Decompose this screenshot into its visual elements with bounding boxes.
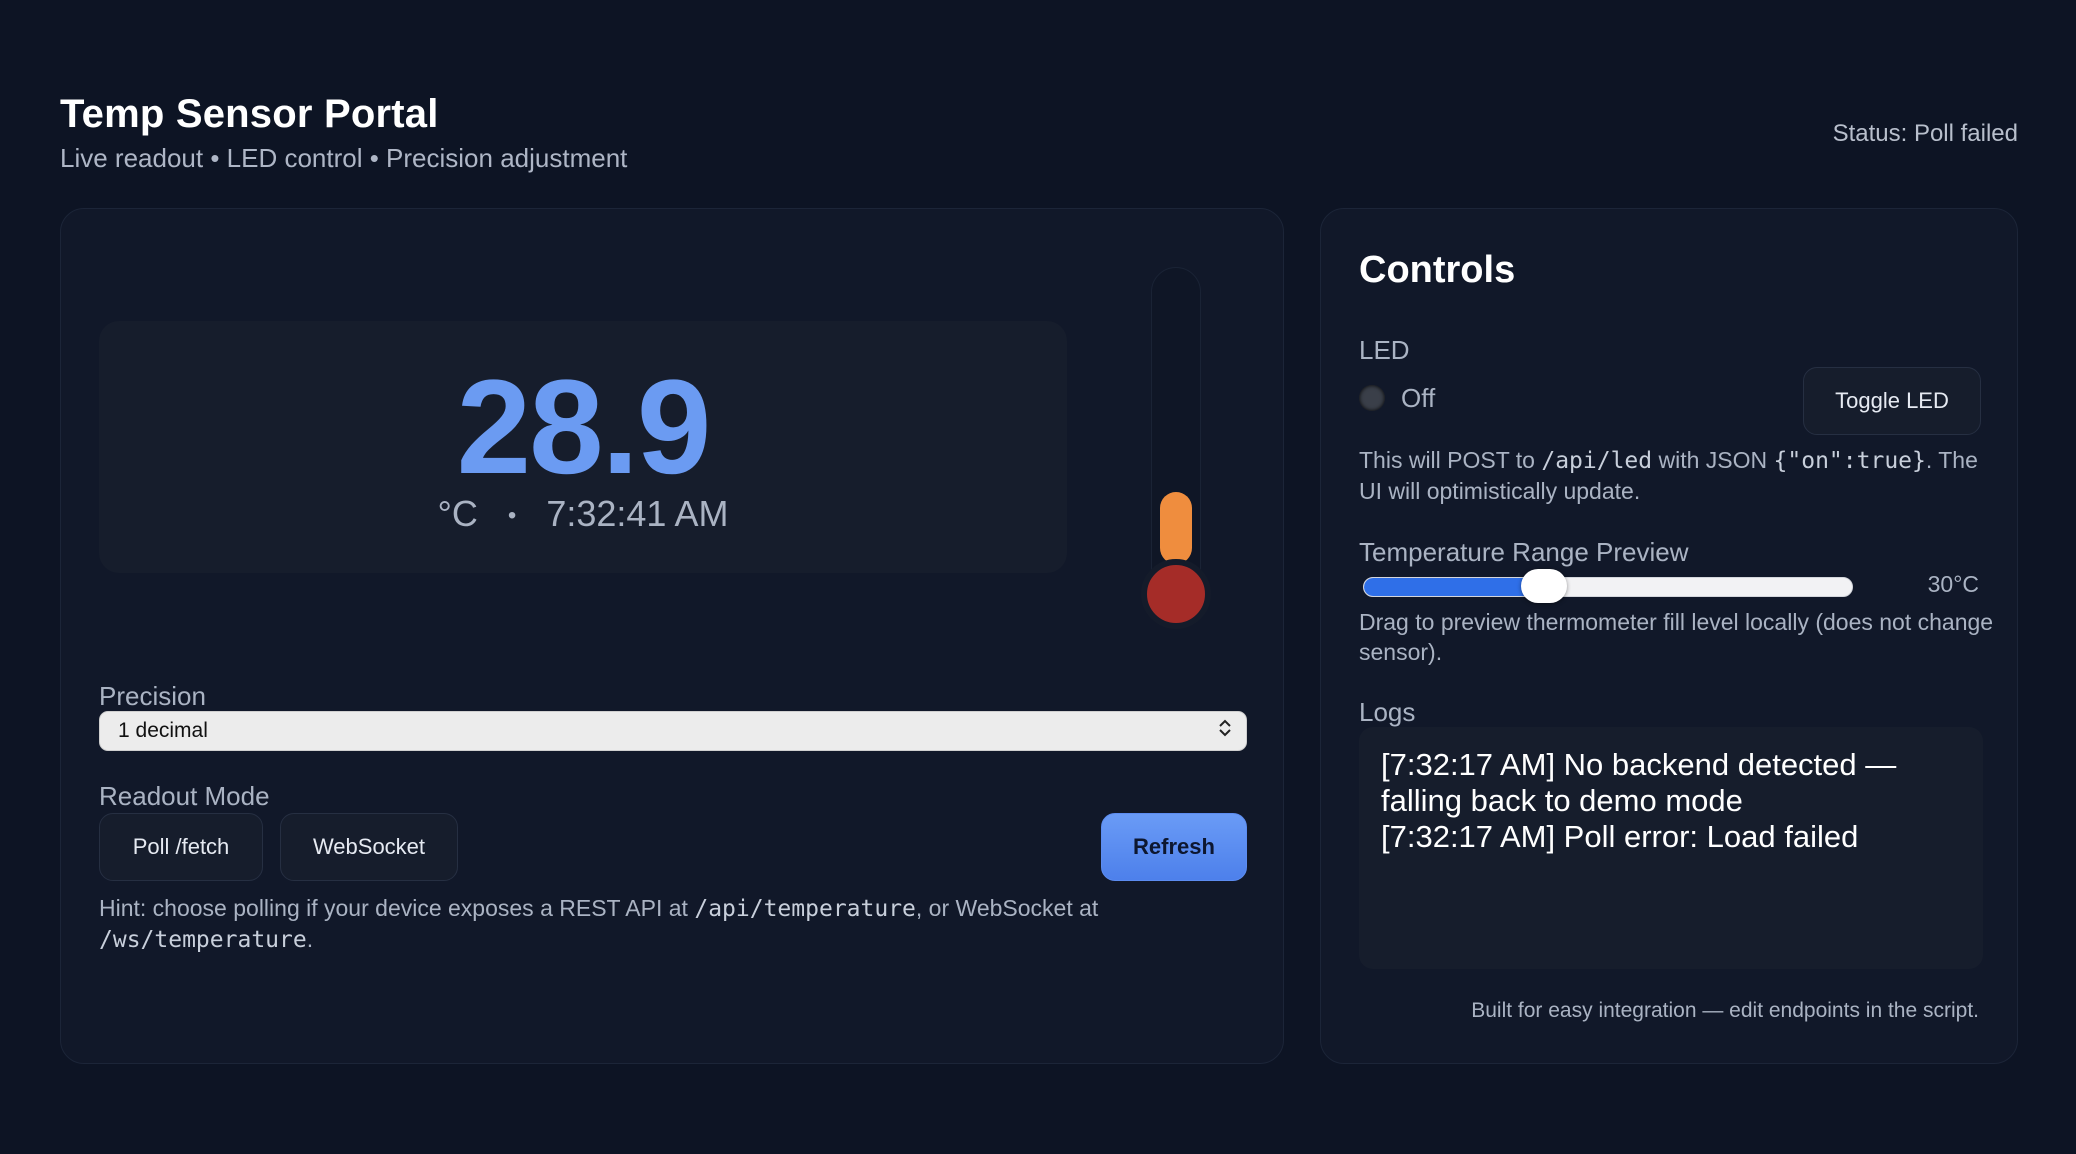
led-desc-middle: with JSON	[1652, 447, 1774, 473]
websocket-button[interactable]: WebSocket	[280, 813, 458, 881]
readout-mode-label: Readout Mode	[99, 781, 270, 811]
range-preview-label: Temperature Range Preview	[1359, 537, 1689, 567]
page: Temp Sensor Portal Live readout • LED co…	[0, 0, 2076, 1154]
led-indicator	[1359, 385, 1385, 411]
thermometer-fill	[1160, 492, 1192, 564]
hint-suffix: .	[306, 926, 314, 952]
log-entry: [7:32:17 AM] Poll error: Load failed	[1381, 819, 1859, 854]
separator-dot: •	[507, 502, 517, 530]
footer-note: Built for easy integration — edit endpoi…	[1471, 999, 1979, 1022]
led-description: This will POST to /api/led with JSON {"o…	[1359, 445, 1999, 506]
led-json: {"on":true}	[1773, 448, 1926, 474]
led-desc-prefix: This will POST to	[1359, 447, 1542, 473]
log-entry: [7:32:17 AM] No backend detected — falli…	[1381, 747, 1897, 818]
precision-label: Precision	[99, 681, 206, 711]
readout-card: 28.9 °C • 7:32:41 AM	[99, 321, 1067, 573]
led-state: Off	[1401, 383, 1436, 413]
temperature-unit: °C	[437, 493, 478, 534]
readout-panel: 28.9 °C • 7:32:41 AM Precision 1 decimal R…	[60, 208, 1284, 1064]
logs-box: [7:32:17 AM] No backend detected — falli…	[1359, 727, 1983, 969]
poll-fetch-button[interactable]: Poll /fetch	[99, 813, 263, 881]
range-description: Drag to preview thermometer fill level l…	[1359, 609, 1994, 665]
temperature-value: 28.9	[456, 353, 712, 502]
controls-title: Controls	[1359, 249, 1516, 291]
header: Temp Sensor Portal Live readout • LED co…	[60, 92, 2018, 173]
hint-ws-endpoint: /ws/temperature	[99, 927, 307, 953]
precision-selected-value: 1 decimal	[118, 719, 208, 742]
refresh-button[interactable]: Refresh	[1101, 813, 1247, 881]
toggle-led-button[interactable]: Toggle LED	[1803, 367, 1981, 435]
logs-label: Logs	[1359, 697, 1416, 727]
hint-api-endpoint: /api/temperature	[694, 896, 916, 922]
status-text: Status: Poll failed	[1832, 120, 2018, 147]
hint-prefix: Hint: choose polling if your device expo…	[99, 895, 695, 921]
readout-time: 7:32:41 AM	[546, 493, 729, 534]
controls-panel: Controls LED Off Toggle LED This will PO…	[1320, 208, 2018, 1064]
app-subtitle: Live readout • LED control • Precision a…	[60, 143, 628, 173]
precision-select[interactable]: 1 decimal	[99, 711, 1247, 751]
hint-middle: , or WebSocket at	[915, 895, 1099, 921]
thermometer-bulb	[1141, 559, 1211, 629]
range-value: 30°C	[1927, 571, 1979, 597]
app-title: Temp Sensor Portal	[60, 92, 439, 136]
range-slider-fill	[1364, 578, 1545, 596]
range-slider-thumb[interactable]	[1521, 569, 1567, 603]
updown-chevron-icon	[1218, 718, 1232, 743]
led-label: LED	[1359, 335, 1410, 365]
led-endpoint: /api/led	[1541, 448, 1653, 474]
readout-meta: °C • 7:32:41 AM	[99, 493, 1067, 535]
mode-hint: Hint: choose polling if your device expo…	[99, 893, 1229, 955]
range-slider-track[interactable]	[1363, 577, 1853, 597]
